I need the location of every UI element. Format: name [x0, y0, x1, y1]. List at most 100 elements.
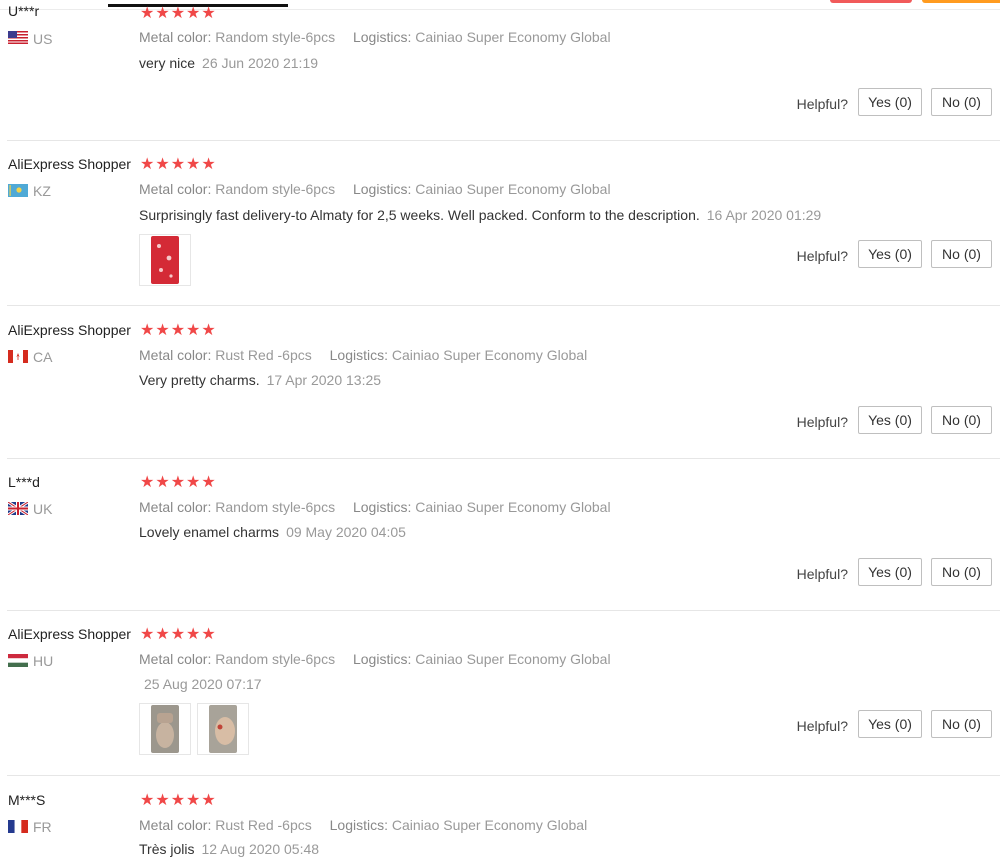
review-comment: Very pretty charms. 17 Apr 2020 13:25 [139, 372, 381, 388]
country-code: UK [33, 501, 53, 517]
helpful-no-button[interactable]: No (0) [931, 240, 992, 268]
review-comment: Très jolis 12 Aug 2020 05:48 [139, 841, 319, 857]
comment-text: Lovely enamel charms [139, 524, 280, 540]
star-icon: ★ [186, 5, 202, 22]
comment-text: Très jolis [139, 841, 195, 857]
star-icon: ★ [170, 156, 187, 173]
helpful-label: Helpful? [796, 248, 848, 264]
star-rating: ★★★★★ [140, 475, 217, 491]
helpful-yes-button[interactable]: Yes (0) [858, 710, 922, 738]
logistics-value: Cainiao Super Economy Global [391, 347, 588, 363]
helpful-yes-button[interactable]: Yes (0) [858, 558, 922, 586]
country-code: US [33, 31, 53, 47]
logistics-value: Cainiao Super Economy Global [415, 181, 611, 197]
logistics-label: Logistics: [329, 817, 388, 833]
metal-color-label: Metal color: [139, 651, 212, 667]
helpful-no-button[interactable]: No (0) [931, 558, 992, 586]
star-icon: ★ [201, 322, 217, 339]
product-photo-icon [151, 705, 179, 753]
review-photo-thumbnail[interactable] [197, 703, 249, 755]
fr-flag-icon [8, 820, 28, 833]
review-divider [7, 610, 1000, 611]
logistics-value: Cainiao Super Economy Global [415, 29, 611, 45]
review-attributes: Metal color: Random style-6pcs Logistics… [139, 651, 611, 667]
metal-color-label: Metal color: [139, 181, 212, 197]
reviewer-name: M***S [8, 792, 46, 808]
logistics-label: Logistics: [329, 347, 388, 363]
review-comment: Surprisingly fast delivery-to Almaty for… [139, 207, 821, 223]
star-icon: ★ [170, 5, 187, 22]
review-attributes: Metal color: Random style-6pcs Logistics… [139, 499, 611, 515]
review-attributes: Metal color: Random style-6pcs Logistics… [139, 29, 611, 45]
star-icon: ★ [155, 5, 171, 22]
review-date: 16 Apr 2020 01:29 [706, 207, 822, 223]
star-icon: ★ [201, 5, 217, 22]
star-icon: ★ [170, 322, 187, 339]
metal-color-value: Rust Red -6pcs [215, 347, 312, 363]
kz-flag-icon [8, 184, 28, 197]
star-icon: ★ [155, 626, 171, 643]
helpful-yes-button[interactable]: Yes (0) [858, 240, 922, 268]
helpful-yes-button[interactable]: Yes (0) [858, 88, 922, 116]
star-icon: ★ [140, 474, 156, 491]
review-divider [7, 140, 1000, 141]
star-icon: ★ [140, 5, 156, 22]
helpful-label: Helpful? [796, 414, 848, 430]
review-attributes: Metal color: Rust Red -6pcs Logistics: C… [139, 817, 587, 833]
logistics-label: Logistics: [352, 181, 412, 197]
star-icon: ★ [201, 626, 217, 643]
review-divider [7, 775, 1000, 776]
star-icon: ★ [155, 156, 171, 173]
star-icon: ★ [155, 792, 171, 809]
top-red-button[interactable] [830, 0, 912, 3]
helpful-label: Helpful? [796, 718, 848, 734]
comment-text: very nice [139, 55, 196, 71]
star-icon: ★ [186, 156, 202, 173]
review-date: 26 Jun 2020 21:19 [202, 55, 319, 71]
logistics-label: Logistics: [352, 29, 412, 45]
helpful-label: Helpful? [796, 96, 848, 112]
star-icon: ★ [186, 322, 202, 339]
hu-flag-icon [8, 654, 28, 667]
review-photo-thumbnail[interactable] [139, 234, 191, 286]
helpful-yes-button[interactable]: Yes (0) [858, 406, 922, 434]
review-photo-thumbnail[interactable] [139, 703, 191, 755]
review-date: 12 Aug 2020 05:48 [201, 841, 320, 857]
country-code: KZ [33, 183, 51, 199]
star-icon: ★ [201, 792, 217, 809]
reviewer-name: AliExpress Shopper [8, 156, 131, 172]
star-rating: ★★★★★ [140, 157, 217, 173]
helpful-no-button[interactable]: No (0) [931, 710, 992, 738]
review-date: 25 Aug 2020 07:17 [144, 676, 262, 692]
metal-color-label: Metal color: [139, 29, 212, 45]
star-icon: ★ [170, 474, 187, 491]
review-divider [7, 458, 1000, 459]
top-orange-button[interactable] [922, 0, 1000, 3]
helpful-no-button[interactable]: No (0) [931, 406, 992, 434]
star-icon: ★ [155, 474, 171, 491]
star-icon: ★ [140, 156, 156, 173]
us-flag-icon [8, 31, 28, 44]
review-comment: Lovely enamel charms 09 May 2020 04:05 [139, 524, 406, 540]
review-date: 17 Apr 2020 13:25 [266, 372, 382, 388]
ca-flag-icon [8, 350, 28, 363]
star-rating: ★★★★★ [140, 323, 217, 339]
helpful-no-button[interactable]: No (0) [931, 88, 992, 116]
reviewer-name: AliExpress Shopper [8, 322, 131, 338]
review-comment: 25 Aug 2020 07:17 [137, 676, 262, 692]
review-date: 09 May 2020 04:05 [286, 524, 406, 540]
metal-color-value: Random style-6pcs [215, 181, 336, 197]
comment-text: Very pretty charms. [139, 372, 260, 388]
review-attributes: Metal color: Rust Red -6pcs Logistics: C… [139, 347, 587, 363]
logistics-value: Cainiao Super Economy Global [415, 499, 611, 515]
star-icon: ★ [140, 322, 156, 339]
metal-color-value: Random style-6pcs [215, 499, 336, 515]
country-code: FR [33, 819, 52, 835]
star-icon: ★ [201, 156, 217, 173]
star-icon: ★ [186, 792, 202, 809]
star-icon: ★ [140, 792, 156, 809]
country-code: HU [33, 653, 54, 669]
star-icon: ★ [186, 474, 202, 491]
logistics-value: Cainiao Super Economy Global [415, 651, 611, 667]
metal-color-value: Rust Red -6pcs [215, 817, 312, 833]
